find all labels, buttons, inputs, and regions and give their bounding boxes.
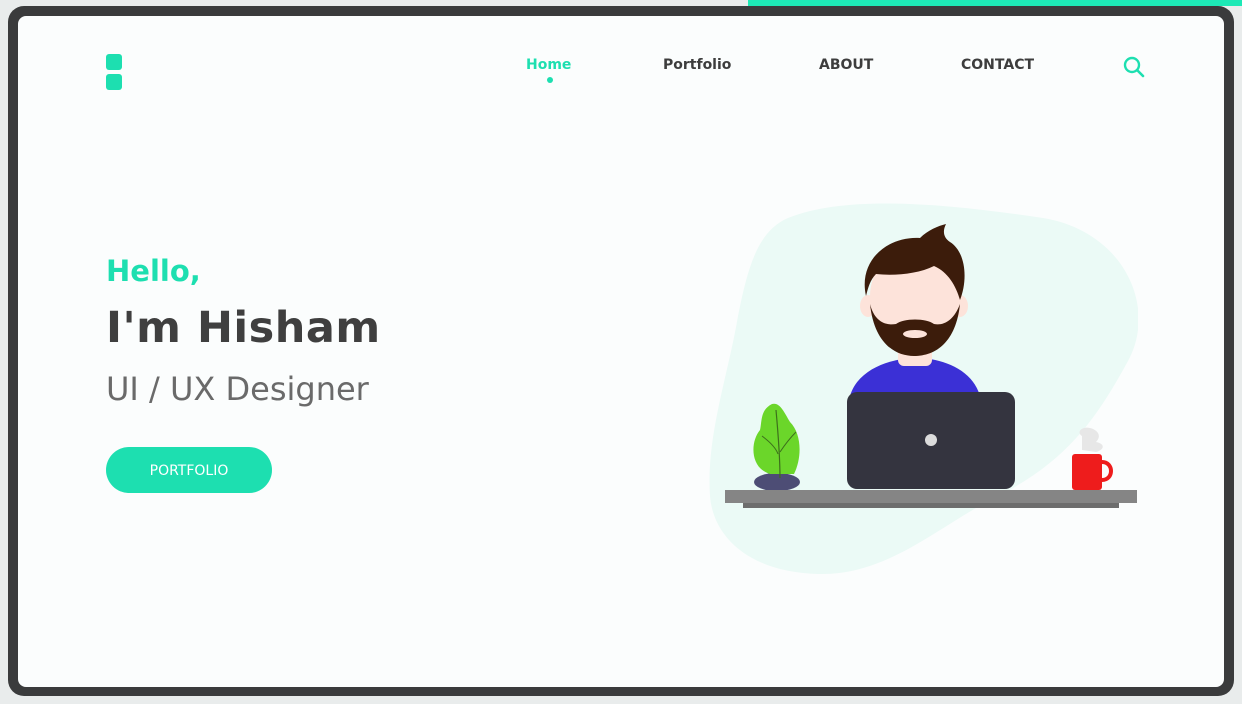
nav-about[interactable]: ABOUT: [819, 57, 873, 73]
hero-name: I'm Hisham: [106, 303, 381, 353]
nav-portfolio[interactable]: Portfolio: [663, 57, 731, 73]
logo[interactable]: [106, 54, 122, 90]
nav-home[interactable]: Home: [526, 57, 571, 73]
desk-top: [725, 490, 1137, 503]
desk-shadow: [743, 503, 1119, 508]
logo-square-top: [106, 54, 122, 70]
logo-square-bottom: [106, 74, 122, 90]
landing-page: Home Portfolio ABOUT CONTACT Hello, I'm …: [18, 16, 1224, 687]
plant-pot: [754, 473, 800, 491]
hero-role: UI / UX Designer: [106, 370, 369, 408]
mug-handle: [1101, 460, 1113, 482]
nav-contact[interactable]: CONTACT: [961, 57, 1034, 73]
mouth: [903, 330, 927, 338]
hero-greeting: Hello,: [106, 254, 201, 288]
mug: [1072, 454, 1102, 490]
search-icon[interactable]: [1122, 55, 1146, 79]
laptop-logo: [925, 434, 937, 446]
mug-steam: [1079, 427, 1103, 452]
designer-illustration: [709, 203, 1138, 575]
nav-active-indicator: [547, 77, 553, 83]
portfolio-button[interactable]: PORTFOLIO: [106, 447, 272, 493]
